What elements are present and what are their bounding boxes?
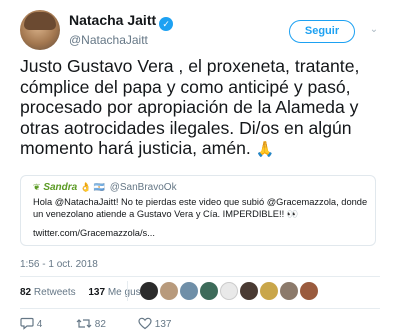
like-count: 137: [154, 319, 172, 330]
liker-avatar[interactable]: [200, 282, 218, 300]
liker-avatar[interactable]: [160, 282, 178, 300]
retweet-icon: [76, 319, 92, 328]
reply-button[interactable]: 4: [20, 317, 42, 331]
quoted-tweet-link[interactable]: twitter.com/Gracemazzola/s...: [33, 227, 155, 239]
pray-emoji: 🙏: [255, 141, 275, 158]
quoted-tweet-header: ❦ Sandra 👌 🇦🇷 @SanBravoOk: [33, 181, 177, 194]
liker-avatar[interactable]: [260, 282, 278, 300]
retweets-count[interactable]: 82: [20, 287, 31, 298]
follow-button[interactable]: Seguir: [289, 20, 355, 43]
reply-count: 4: [36, 319, 43, 330]
retweet-count: 82: [94, 319, 106, 330]
tweet-timestamp[interactable]: 1:56 - 1 oct. 2018: [20, 259, 98, 270]
likes-count[interactable]: 137: [88, 287, 105, 298]
quoted-author-name: Sandra: [43, 182, 78, 193]
heart-icon: [138, 317, 152, 330]
liker-avatar[interactable]: [180, 282, 198, 300]
liker-avatar[interactable]: [300, 282, 318, 300]
quoted-tweet-text: Hola @NatachaJaitt! No te pierdas este v…: [33, 197, 368, 219]
tweet-text: Justo Gustavo Vera , el proxeneta, trata…: [20, 56, 392, 161]
author-handle[interactable]: @NatachaJaitt: [69, 32, 173, 48]
author-avatar[interactable]: [20, 10, 60, 50]
verified-badge-icon: ✓: [159, 17, 174, 31]
sprout-icon: ❦: [33, 182, 41, 192]
quoted-author-emojis: 👌 🇦🇷: [80, 182, 105, 192]
quoted-author-handle: @SanBravoOk: [109, 182, 177, 193]
liker-avatar[interactable]: [140, 282, 158, 300]
retweets-label[interactable]: Retweets: [34, 287, 76, 298]
quoted-tweet-card[interactable]: ❦ Sandra 👌 🇦🇷 @SanBravoOk Hola @NatachaJ…: [20, 175, 376, 246]
reply-icon: [20, 317, 34, 330]
more-options-chevron-icon[interactable]: ⌄: [368, 24, 380, 36]
liker-avatar[interactable]: [240, 282, 258, 300]
divider: [20, 308, 380, 309]
stats-separator: [127, 281, 128, 301]
author-display-name[interactable]: Natacha Jaitt: [69, 12, 156, 29]
tweet-stats: 82 Retweets 137 Me gusta: [20, 287, 149, 298]
tweet-body: Justo Gustavo Vera , el proxeneta, trata…: [20, 56, 360, 158]
author-block: Natacha Jaitt ✓ @NatachaJaitt: [69, 12, 174, 48]
like-button[interactable]: 137: [138, 317, 171, 331]
retweet-button[interactable]: 82: [76, 317, 106, 331]
divider: [20, 276, 380, 277]
liker-avatar[interactable]: [220, 282, 238, 300]
liker-avatar[interactable]: [280, 282, 298, 300]
